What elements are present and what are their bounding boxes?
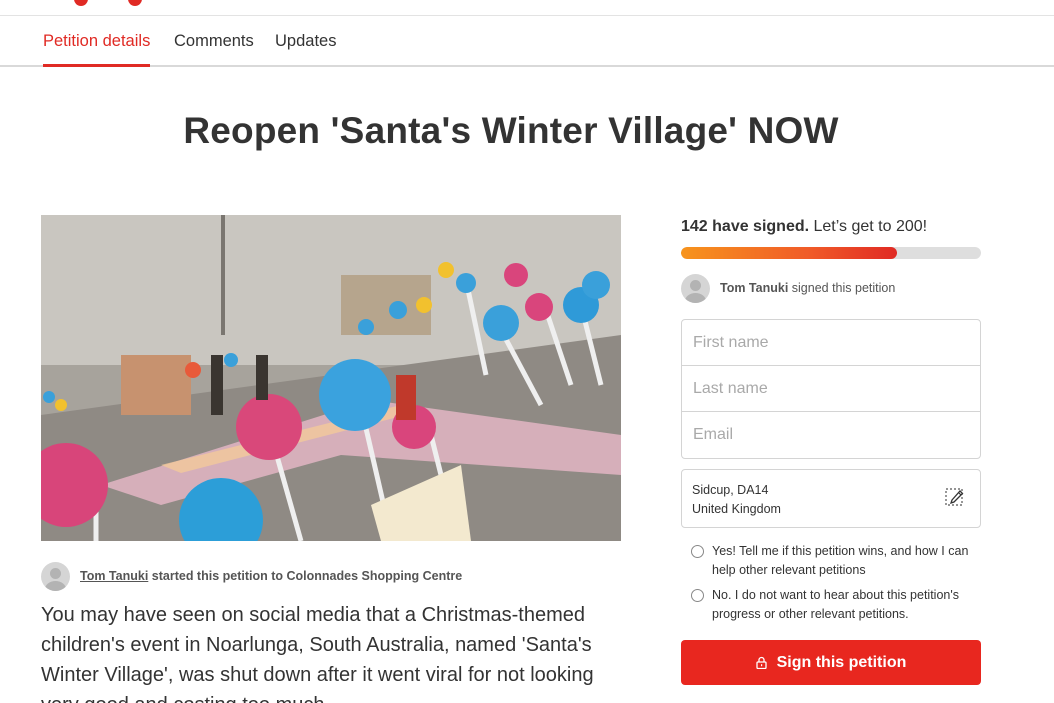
petition-tabs: Petition details Comments Updates [0,16,1054,67]
opt-in-no-label: No. I do not want to hear about this pet… [712,588,959,621]
tab-petition-details[interactable]: Petition details [43,32,150,51]
opt-in-no-option[interactable]: No. I do not want to hear about this pet… [681,586,981,624]
opt-in-yes-label: Yes! Tell me if this petition wins, and … [712,544,969,577]
petition-photo-illustration [41,215,621,541]
lock-icon [755,656,767,669]
starter-target: started this petition to Colonnades Shop… [148,569,463,583]
petition-description: You may have seen on social media that a… [41,604,594,703]
recent-signer-name: Tom Tanuki [720,281,789,295]
petition-photo [41,215,621,541]
signature-progress-fill [681,247,897,259]
opt-in-yes-radio[interactable] [691,545,704,558]
petition-starter: Tom Tanuki started this petition to Colo… [41,561,462,591]
opt-in-yes-option[interactable]: Yes! Tell me if this petition wins, and … [681,542,981,580]
sign-button-label: Sign this petition [776,653,907,671]
active-tab-indicator [43,64,150,67]
site-logo[interactable] [74,0,194,6]
goal-text: Let’s get to 200! [809,218,928,235]
sign-panel: 142 have signed. Let’s get to 200! Tom T… [681,215,981,630]
signed-count-text: 142 have signed. [681,218,810,235]
first-name-input[interactable] [693,333,980,352]
recent-signer-action: signed this petition [788,281,896,295]
tab-comments[interactable]: Comments [174,32,254,51]
opt-in-no-radio[interactable] [691,589,704,602]
site-header [0,0,1054,16]
email-field-wrap [682,412,980,458]
signature-progress-bar [681,247,981,259]
location-line-1: Sidcup, DA14 [692,483,769,497]
recent-signer: Tom Tanuki signed this petition [681,273,981,303]
last-name-field-wrap [682,366,980,412]
recent-signer-text: Tom Tanuki signed this petition [720,281,895,295]
petition-title: Reopen 'Santa's Winter Village' NOW [183,110,839,151]
starter-name-link[interactable]: Tom Tanuki [80,569,148,583]
notification-options: Yes! Tell me if this petition wins, and … [681,542,981,624]
signature-count: 142 have signed. Let’s get to 200! [681,218,981,236]
pencil-icon[interactable] [944,486,966,508]
email-input[interactable] [693,426,980,444]
starter-text: Tom Tanuki started this petition to Colo… [80,569,462,583]
location-line-2: United Kingdom [692,502,781,516]
signer-details-form [681,319,981,459]
last-name-input[interactable] [693,379,980,398]
default-user-icon [681,273,710,303]
sign-petition-button[interactable]: Sign this petition [681,640,981,685]
default-user-icon [41,561,70,591]
location-box[interactable]: Sidcup, DA14 United Kingdom [681,469,981,528]
tab-updates[interactable]: Updates [275,32,336,51]
first-name-field-wrap [682,320,980,366]
